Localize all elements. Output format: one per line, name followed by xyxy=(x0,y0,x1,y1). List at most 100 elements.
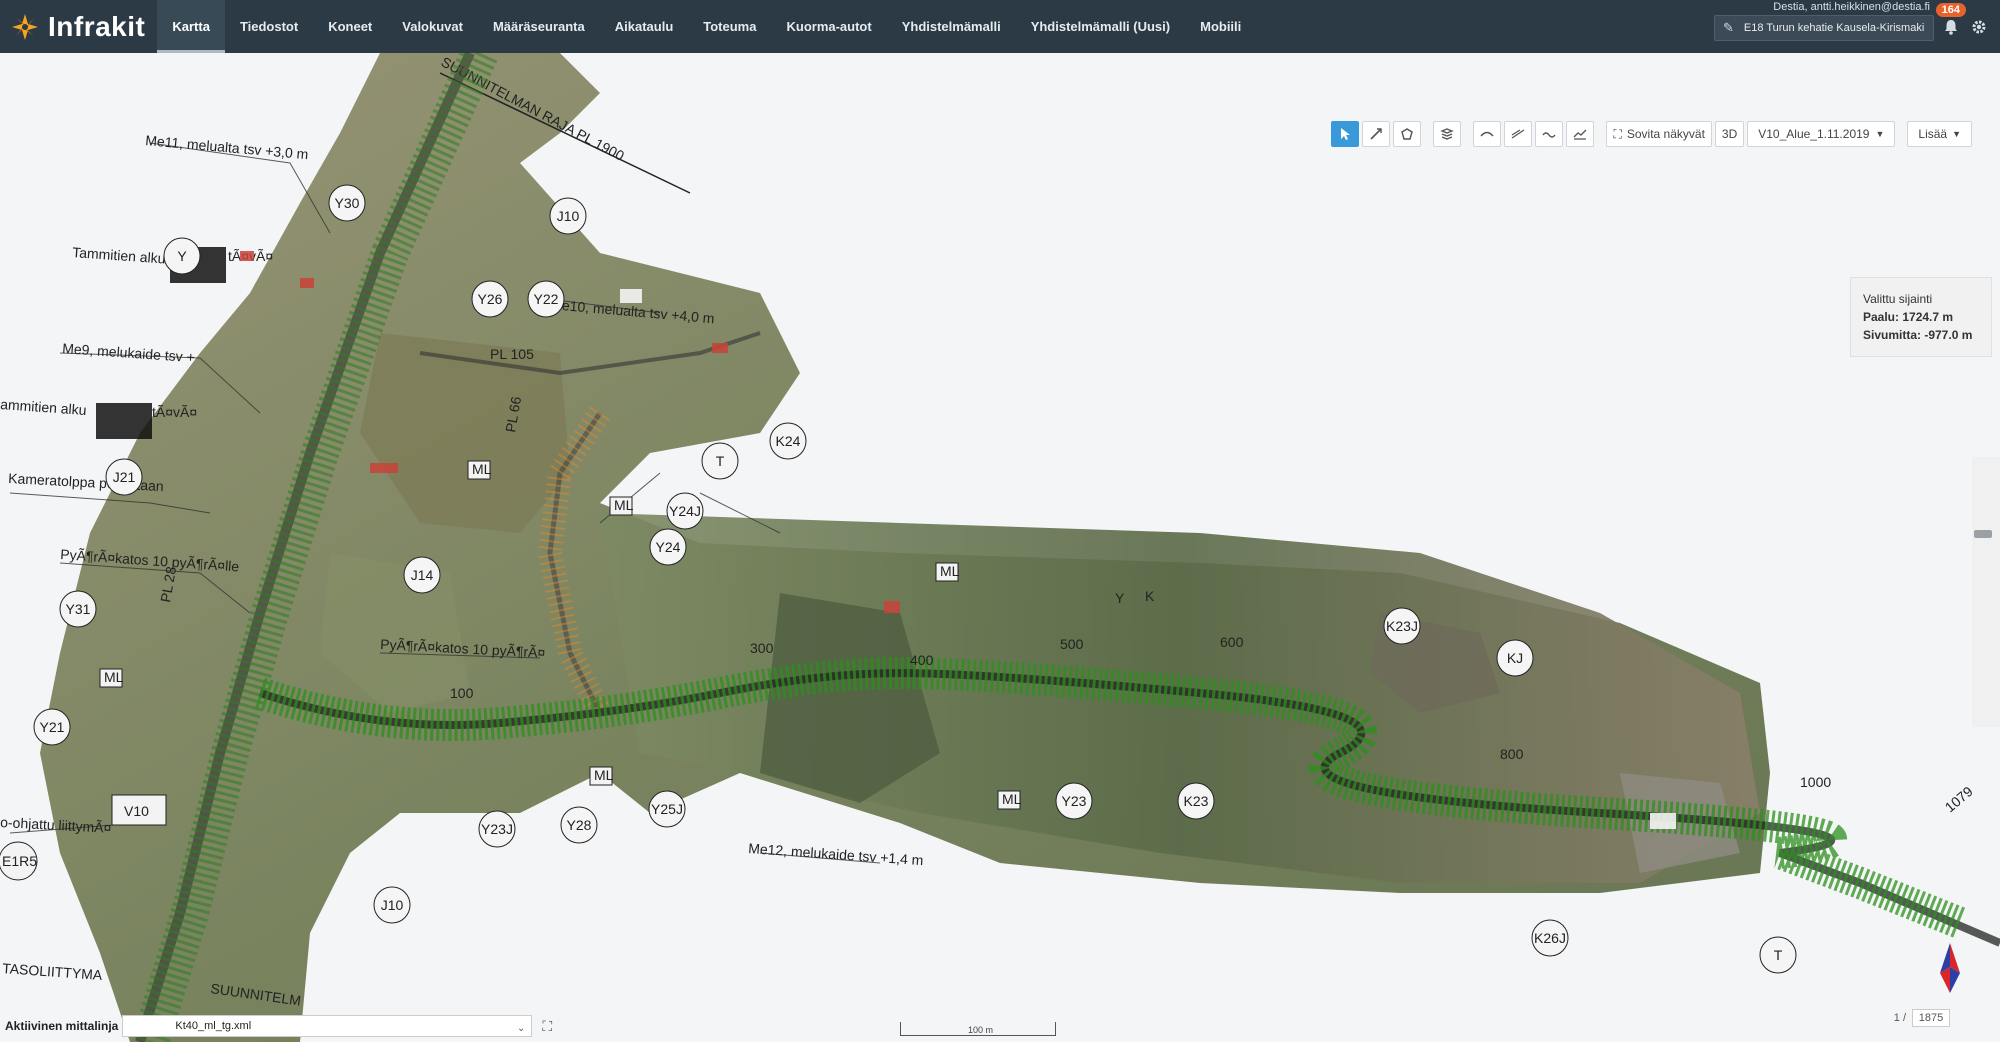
marker-k23j: K23J xyxy=(1386,618,1418,634)
station-label: 600 xyxy=(1220,634,1244,650)
caret-down-icon: ▼ xyxy=(1875,129,1885,139)
annotation-me11: Me11, melualta tsv +3,0 m xyxy=(145,132,309,162)
station-label: 100 xyxy=(450,685,474,701)
active-line-label: Aktiivinen mittalinja xyxy=(5,1019,119,1033)
annotation-me12: Me12, melukaide tsv +1,4 m xyxy=(748,840,924,868)
annotation-tammitien2-suffix: tÃ¤vÃ¤ xyxy=(152,404,197,420)
v10-label: V10 xyxy=(124,803,149,819)
station-label: 1079 xyxy=(1942,783,1976,815)
fit-views-button[interactable]: ⛶ Sovita näkyvät xyxy=(1606,121,1712,147)
svg-text:ML: ML xyxy=(594,767,614,783)
info-paalu: Paalu: 1724.7 m xyxy=(1863,310,1954,324)
zoom-slider-handle[interactable] xyxy=(1974,530,1992,538)
svg-text:ML: ML xyxy=(104,669,124,685)
fullscreen-icon[interactable]: ⛶ xyxy=(542,1018,552,1035)
info-title: Valittu sijainti xyxy=(1863,292,1933,306)
north-arrow-icon[interactable] xyxy=(1938,943,1962,993)
marker-k26j: K26J xyxy=(1534,930,1566,946)
annotation-tasoliittyma: TASOLIITTYMA xyxy=(2,960,104,983)
expand-icon: ⛶ xyxy=(1613,126,1622,141)
marker-y24: Y24 xyxy=(656,539,681,555)
slope-icon[interactable] xyxy=(1504,121,1533,147)
active-line-select[interactable]: Kt40_ml_tg.xml ⌄ xyxy=(122,1015,533,1037)
area-icon[interactable] xyxy=(1393,121,1422,147)
chevron-down-icon: ⌄ xyxy=(516,1023,526,1034)
logo[interactable]: Infrakit xyxy=(10,11,145,43)
map-drawing[interactable]: SUUNNITELMAN RAJA PL 1900 100 300 400 50… xyxy=(0,53,2000,1042)
page-prefix: 1 / xyxy=(1893,1012,1906,1024)
marker-kj: KJ xyxy=(1507,650,1523,666)
station-label: 500 xyxy=(1060,636,1084,652)
marker-k24: K24 xyxy=(776,433,801,449)
page-total[interactable]: 1875 xyxy=(1912,1009,1950,1027)
marker-y28: Y28 xyxy=(567,817,592,833)
station-label: 800 xyxy=(1500,746,1524,762)
version-label: V10_Alue_1.11.2019 xyxy=(1758,127,1870,141)
nav-kuorma-autot[interactable]: Kuorma-autot xyxy=(771,0,886,53)
bell-icon[interactable] xyxy=(1942,18,1960,36)
marker-y: Y xyxy=(177,248,187,264)
annotation-tammitien2: ammitien alku xyxy=(0,396,87,418)
annotation-tammitien1: Tammitien alku xyxy=(72,244,166,266)
active-line-control: Aktiivinen mittalinja Kt40_ml_tg.xml ⌄ ⛶ xyxy=(5,1015,552,1037)
marker-t-top: T xyxy=(716,453,725,469)
marker-k23: K23 xyxy=(1184,793,1209,809)
marker-y22: Y22 xyxy=(534,291,559,307)
nav-yhdistelmamalli[interactable]: Yhdistelmämalli xyxy=(887,0,1016,53)
nav-yhdistelmamalli-uusi[interactable]: Yhdistelmämalli (Uusi) xyxy=(1016,0,1185,53)
logo-text: Infrakit xyxy=(48,10,146,42)
nav-aikataulu[interactable]: Aikataulu xyxy=(600,0,689,53)
pl-label: PL 105 xyxy=(490,346,534,362)
marker-j21: J21 xyxy=(113,469,136,485)
svg-text:ML: ML xyxy=(940,563,960,579)
pencil-icon: ✎ xyxy=(1723,20,1734,35)
station-label: 1000 xyxy=(1800,774,1831,790)
pointer-icon[interactable] xyxy=(1331,121,1360,147)
user-email[interactable]: Destia, antti.heikkinen@destia.fi xyxy=(1773,1,1930,13)
notification-badge[interactable]: 164 xyxy=(1935,3,1966,17)
more-label: Lisää xyxy=(1918,127,1948,141)
wave-icon[interactable] xyxy=(1535,121,1564,147)
marker-j10-bottom: J10 xyxy=(381,897,404,913)
svg-text:ML: ML xyxy=(1002,791,1022,807)
view-3d-button[interactable]: 3D xyxy=(1714,121,1745,147)
selected-location-panel: Valittu sijainti Paalu: 1724.7 m Sivumit… xyxy=(1850,277,1992,357)
more-button[interactable]: Lisää ▼ xyxy=(1907,121,1972,147)
project-selector[interactable]: ✎ E18 Turun kehatie Kausela-Kirismaki xyxy=(1714,15,1934,41)
info-sivumitta: Sivumitta: -977.0 m xyxy=(1863,328,1973,342)
marker-y24j: Y24J xyxy=(669,503,701,519)
nav-valokuvat[interactable]: Valokuvat xyxy=(387,0,478,53)
marker-y30: Y30 xyxy=(335,195,360,211)
top-bar: Infrakit Kartta Tiedostot Koneet Valokuv… xyxy=(0,0,2000,53)
profile-icon[interactable] xyxy=(1566,121,1595,147)
marker-j14: J14 xyxy=(411,567,434,583)
nav-toteuma[interactable]: Toteuma xyxy=(688,0,771,53)
layers-icon[interactable] xyxy=(1433,121,1462,147)
infrakit-logo-icon xyxy=(12,13,38,40)
station-label: 400 xyxy=(910,652,934,668)
nav-maaraseuranta[interactable]: Määräseuranta xyxy=(478,0,600,53)
nav-mobiili[interactable]: Mobiili xyxy=(1185,0,1256,53)
svg-text:ML: ML xyxy=(472,461,492,477)
nav-kartta[interactable]: Kartta xyxy=(157,0,225,53)
project-name: E18 Turun kehatie Kausela-Kirismaki xyxy=(1743,22,1925,34)
surface-icon[interactable] xyxy=(1473,121,1502,147)
measure-line-icon[interactable] xyxy=(1362,121,1391,147)
gear-icon[interactable] xyxy=(1970,18,1988,36)
fit-views-label: Sovita näkyvät xyxy=(1626,127,1705,141)
map-toolbar: ⛶ Sovita näkyvät 3D V10_Alue_1.11.2019 ▼… xyxy=(1331,121,1972,147)
station-label: 300 xyxy=(750,640,774,656)
marker-y23: Y23 xyxy=(1062,793,1087,809)
scale-label: 100 m xyxy=(968,1025,994,1035)
nav-koneet[interactable]: Koneet xyxy=(313,0,387,53)
annotation-me9: Me9, melukaide tsv + xyxy=(62,340,195,365)
version-select[interactable]: V10_Alue_1.11.2019 ▼ xyxy=(1747,121,1896,147)
k-label: K xyxy=(1145,588,1155,604)
map-canvas[interactable]: SUUNNITELMAN RAJA PL 1900 100 300 400 50… xyxy=(0,53,2000,1042)
active-line-file: Kt40_ml_tg.xml xyxy=(175,1020,252,1032)
nav-tiedostot[interactable]: Tiedostot xyxy=(225,0,313,53)
svg-text:ML: ML xyxy=(614,497,634,513)
zoom-slider-track[interactable] xyxy=(1972,457,2000,727)
black-marker xyxy=(96,403,152,439)
marker-y31: Y31 xyxy=(66,601,91,617)
